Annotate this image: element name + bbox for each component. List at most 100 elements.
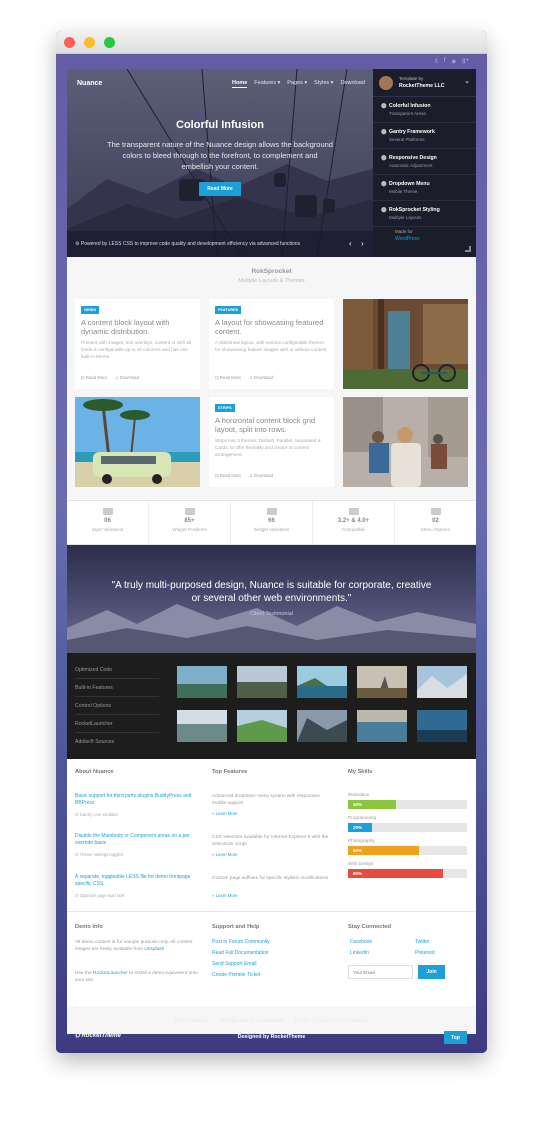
skill-bar: 40% [348, 800, 467, 809]
nav-home[interactable]: Home [232, 80, 248, 88]
strips-card: STRIPS A horizontal content block grid l… [209, 397, 334, 487]
download-link[interactable]: ⇩ Download [249, 375, 273, 381]
about-link[interactable]: Basic support for third party plugins Bu… [75, 793, 200, 807]
wordpress-icon [348, 508, 359, 515]
wordpress-link[interactable]: WordPress [395, 236, 420, 242]
hero-read-more-button[interactable]: Read More [199, 182, 241, 196]
main-content: RokSprocket Multiple Layouts & Themes GR… [67, 257, 476, 1034]
download-link[interactable]: ⇩ Download [249, 473, 273, 479]
next-arrow-icon[interactable]: › [361, 239, 364, 248]
testimonial-section: "A truly multi-purposed design, Nuance i… [67, 545, 476, 653]
card-title[interactable]: A content block layout with dynamic dist… [81, 318, 194, 336]
nav-pages[interactable]: Pages ▾ [287, 80, 307, 88]
google-plus-icon[interactable]: g+ [462, 58, 469, 65]
gallery-thumb[interactable] [357, 666, 407, 698]
facebook-icon[interactable]: f [444, 58, 446, 65]
footer-link[interactable]: Forum Support and Community [295, 1018, 369, 1024]
showcase-item[interactable]: Control Options [75, 703, 159, 715]
twitter-link[interactable]: Twitter [415, 939, 430, 945]
support-link[interactable]: Read Full Documentation [212, 950, 268, 956]
minimize-window-button[interactable] [84, 37, 95, 48]
side-item-sub: Transparent Areas [389, 111, 426, 116]
resize-icon [465, 246, 471, 252]
read-more-link[interactable]: ⊡ Read More [215, 375, 241, 381]
stat-number: 85+ [184, 518, 195, 524]
rocketlauncher-link[interactable]: RocketLauncher [93, 971, 128, 976]
made-for: Made for WordPress [395, 229, 420, 242]
support-link[interactable]: Send Support Email [212, 961, 256, 967]
nav-features[interactable]: Features ▾ [254, 80, 280, 88]
gallery-thumb[interactable] [357, 710, 407, 742]
read-more-link[interactable]: ⊡ Read More [215, 473, 241, 479]
gallery-thumb[interactable] [417, 710, 467, 742]
stat-item: 02 Menu Options [395, 501, 476, 544]
prev-arrow-icon[interactable]: ‹ [349, 239, 352, 248]
side-item[interactable]: ⬤ Gantry Framework Several Platforms [373, 123, 476, 149]
roksprocket-subtitle: Multiple Layouts & Themes [238, 278, 305, 284]
showcase-item[interactable]: RocketLauncher [75, 721, 159, 733]
template-by: Template by RocketTheme LLC ⌄ [373, 69, 476, 97]
feature-text: Custom page suffixes for specific stylis… [212, 876, 329, 881]
side-item[interactable]: ⬤ Responsive Design Automatic Adjustment [373, 149, 476, 175]
join-button[interactable]: Join [418, 965, 445, 979]
download-link[interactable]: ⇩ Download [115, 375, 139, 381]
nav-styles[interactable]: Styles ▾ [314, 80, 333, 88]
side-item[interactable]: ⬤ RokSprocket Styling Multiple Layouts [373, 201, 476, 227]
about-link[interactable]: Disable the Mainbody or Component areas … [75, 833, 200, 847]
skill-bar: 80% [348, 869, 467, 878]
twitter-icon[interactable]: 𝕥 [435, 58, 438, 65]
side-item[interactable]: ⬤ Dropdown Menu Mobile Theme [373, 175, 476, 201]
stat-label: Style Variations [91, 527, 124, 532]
gallery-thumb[interactable] [177, 710, 227, 742]
card-badge: FEATURES [215, 306, 242, 314]
gallery-thumb[interactable] [237, 666, 287, 698]
read-more-link[interactable]: ⊡ Read More [81, 375, 107, 381]
close-window-button[interactable] [64, 37, 75, 48]
footer-link[interactable]: About Nuance [175, 1018, 209, 1024]
support-link[interactable]: Post in Forum Community [212, 939, 270, 945]
card-badge: STRIPS [215, 404, 235, 412]
demo-text: All demo content is for sample purpose o… [75, 940, 193, 952]
skill-fill: 20% [348, 823, 372, 832]
demo-text: Use the [75, 971, 93, 976]
linkedin-link[interactable]: LinkedIn [350, 950, 369, 956]
card-title[interactable]: A layout for showcasing featured content… [215, 318, 328, 336]
chevron-down-icon[interactable]: ⌄ [464, 77, 470, 85]
side-item[interactable]: ⬤ Colorful Infusion Transparent Areas [373, 97, 476, 123]
gallery-thumb[interactable] [177, 666, 227, 698]
gallery-thumb[interactable] [297, 710, 347, 742]
learn-more-link[interactable]: » Learn More [212, 811, 238, 816]
plane-icon [266, 508, 277, 515]
side-item-title: Dropdown Menu [389, 181, 430, 187]
stat-item: 06 Style Variations [67, 501, 149, 544]
site-logo[interactable]: Nuance [77, 80, 102, 87]
zoom-window-button[interactable] [104, 37, 115, 48]
nav-download[interactable]: Download [340, 80, 364, 88]
pinterest-link[interactable]: Pinterest [415, 950, 435, 956]
connected-heading: Stay Connected [348, 924, 391, 930]
learn-more-link[interactable]: » Learn More [212, 852, 238, 857]
demo-text-1: All demo content is for sample purpose o… [75, 939, 205, 953]
gallery-thumb[interactable] [237, 710, 287, 742]
footer-link[interactable]: Tutorials and Documentation [218, 1018, 286, 1024]
support-link[interactable]: Create Premier Ticket [212, 972, 260, 978]
facebook-link[interactable]: Facebook [350, 939, 372, 945]
about-note: ⊡ Optimize page load size [75, 893, 125, 898]
showcase-item[interactable]: Optimized Code [75, 667, 159, 679]
showcase-item[interactable]: Adobe® Sources [75, 739, 159, 750]
hero-info-bar: ⚙ Powered by LESS CSS to improve code qu… [67, 231, 373, 257]
back-to-top-button[interactable]: Top [444, 1031, 467, 1044]
gallery-thumb[interactable] [297, 666, 347, 698]
gallery-thumb[interactable] [417, 666, 467, 698]
unsplash-link[interactable]: Unsplash [144, 947, 164, 952]
card-title[interactable]: A horizontal content block grid layout, … [215, 416, 328, 434]
about-link[interactable]: A separate, toggleable LESS file for dem… [75, 874, 200, 888]
pin-icon: ⬤ [381, 155, 387, 161]
learn-more-link[interactable]: » Learn More [212, 893, 238, 898]
email-input[interactable] [348, 965, 413, 979]
showcase-item[interactable]: Built-in Features [75, 685, 159, 697]
side-item-title: RokSprocket Styling [389, 207, 440, 213]
rss-icon[interactable]: ◈ [452, 58, 457, 65]
template-author[interactable]: RocketTheme LLC [399, 83, 445, 89]
demo-heading: Demo Info [75, 924, 103, 930]
